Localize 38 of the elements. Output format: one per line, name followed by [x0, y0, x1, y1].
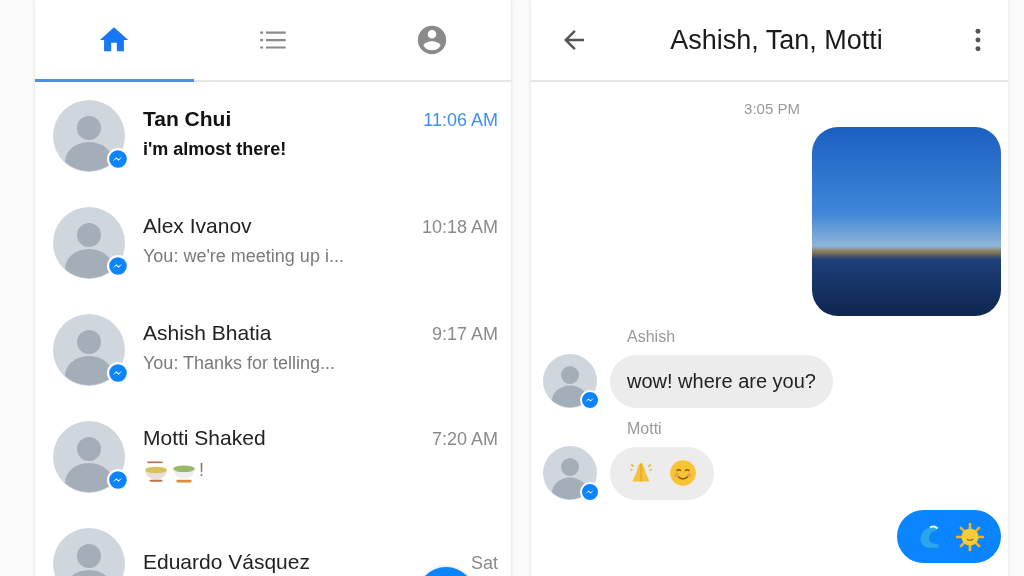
message-preview: i'm almost there!: [143, 139, 287, 160]
message-preview: You: Thanks for telling...: [143, 353, 336, 374]
messenger-badge-icon: [107, 147, 129, 170]
contact-name: Eduardo Vásquez: [143, 549, 310, 574]
avatar-icon: [53, 206, 125, 279]
sender-name: Motti: [627, 420, 663, 438]
contact-name: Motti Shaked: [143, 425, 266, 450]
smiling-face-icon: [668, 458, 698, 488]
messenger-badge-icon: [107, 254, 129, 277]
sender-name: Ashish: [627, 328, 677, 346]
conversation-item[interactable]: Eduardo Vásquez Sat: [35, 510, 511, 576]
message-bubble: wow! where are you?: [610, 354, 833, 408]
avatar-icon: [53, 420, 125, 493]
contact-name: Alex Ivanov: [143, 214, 252, 238]
conversation-item[interactable]: Motti Shaked 7:20 AM !: [35, 403, 511, 510]
message-time: 11:06 AM: [423, 110, 498, 131]
contact-name: Tan Chui: [143, 107, 232, 131]
message-time: Sat: [470, 552, 498, 574]
messenger-badge-icon: [580, 482, 600, 502]
chat-title: Ashish, Tan, Motti: [669, 24, 884, 56]
contact-name: Ashish Bhatia: [143, 321, 272, 345]
avatar-icon: [53, 99, 125, 172]
avatar-icon: [53, 313, 125, 386]
messenger-badge-icon: [107, 468, 129, 491]
more-options-icon[interactable]: [974, 27, 982, 53]
conversation-item[interactable]: Alex Ivanov 10:18 AM You: we're meeting up i...: [35, 189, 511, 296]
message-time: 10:18 AM: [421, 217, 498, 238]
conversation-item[interactable]: Ashish Bhatia 9:17 AM You: Thanks for telling...: [35, 296, 511, 403]
conversation-item[interactable]: Tan Chui 11:06 AM i'm almost there!: [35, 82, 511, 189]
message-time: 9:17 AM: [431, 324, 498, 345]
sun-icon: [955, 521, 985, 552]
photo-placeholder[interactable]: [812, 127, 1001, 316]
message-timestamp: 3:05 PM: [743, 100, 801, 117]
message-preview: !: [199, 460, 204, 481]
messenger-badge-icon: [580, 390, 600, 410]
message-time: 7:20 AM: [431, 428, 498, 450]
message-preview: You: we're meeting up i...: [143, 246, 344, 267]
messenger-badge-icon: [107, 361, 129, 384]
